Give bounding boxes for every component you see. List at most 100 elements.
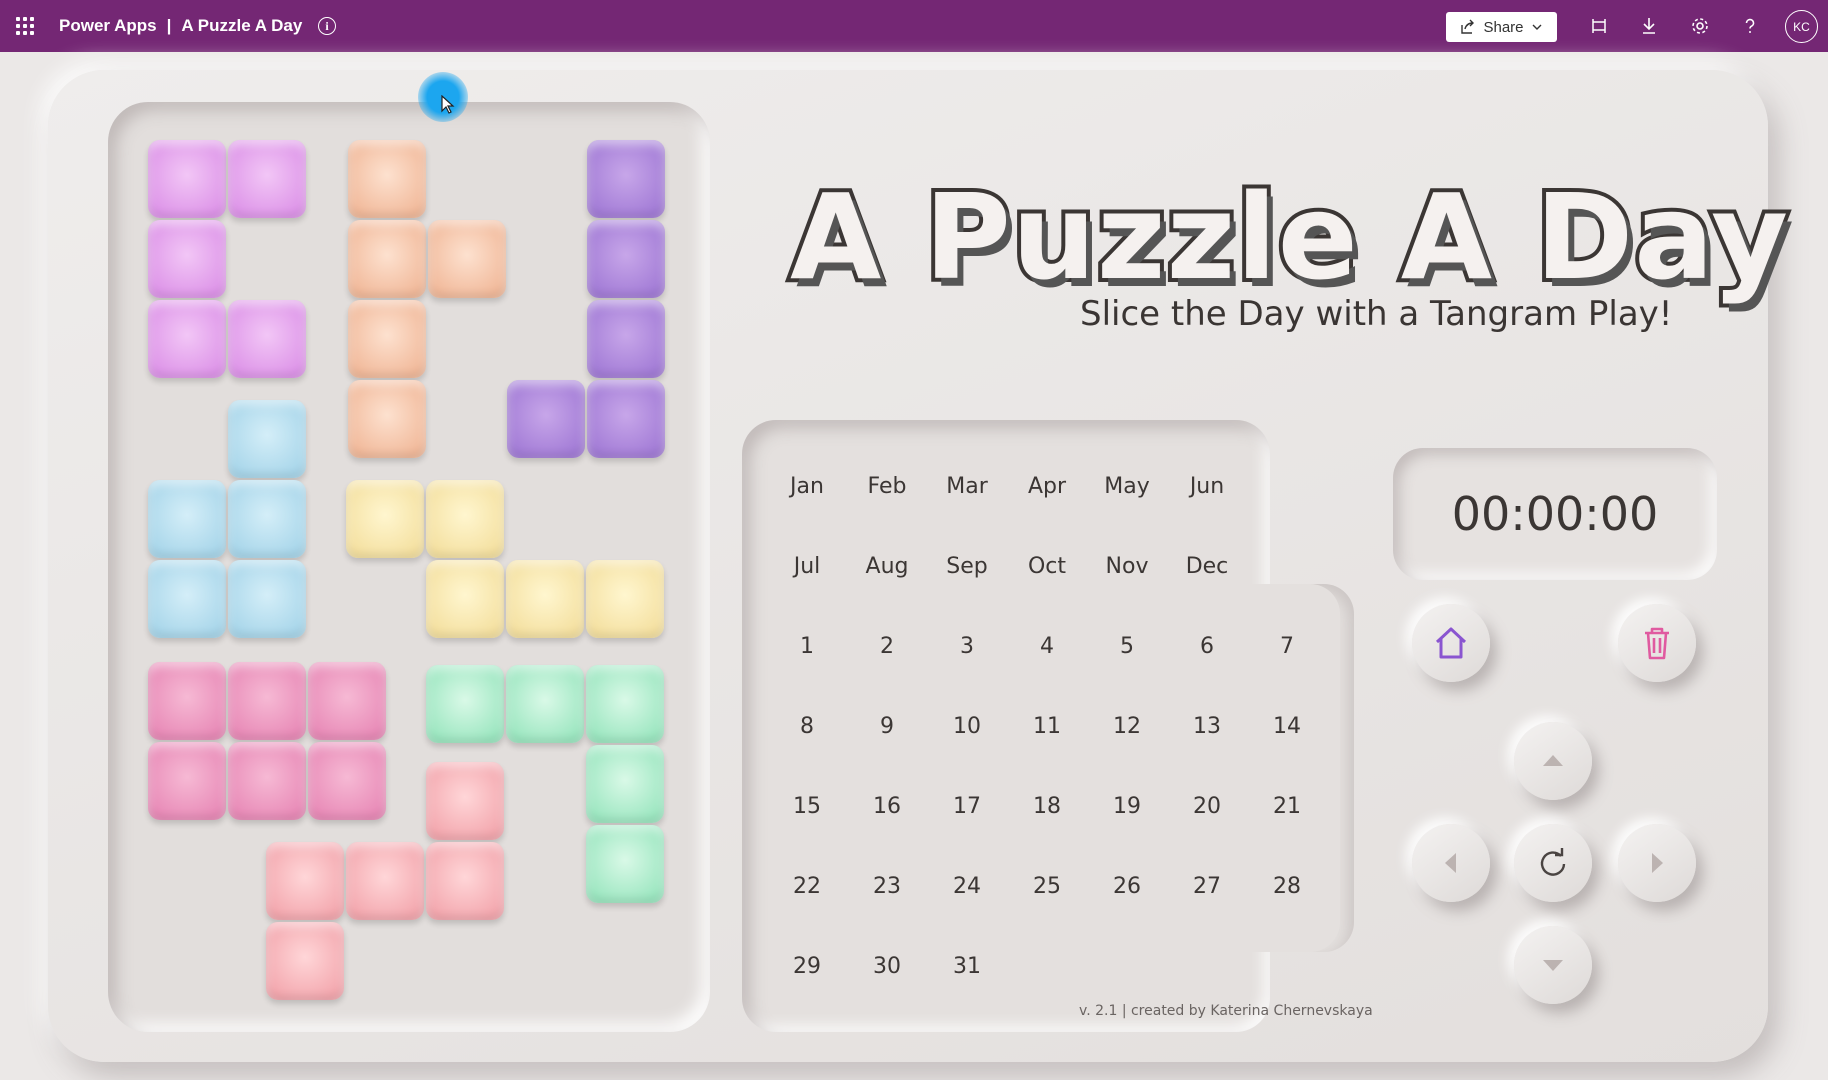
piece-tile-magenta[interactable] bbox=[228, 300, 306, 378]
piece-tile-pink[interactable] bbox=[308, 662, 386, 740]
piece-tile-pink[interactable] bbox=[148, 742, 226, 820]
piece-tile-green[interactable] bbox=[506, 665, 584, 743]
calendar-day-cell: 25 bbox=[1033, 873, 1061, 899]
calendar-day-cell: 26 bbox=[1113, 873, 1141, 899]
share-button[interactable]: Share bbox=[1446, 12, 1557, 42]
piece-tile-peach[interactable] bbox=[348, 380, 426, 458]
piece-tile-pink[interactable] bbox=[308, 742, 386, 820]
piece-tile-peach[interactable] bbox=[348, 220, 426, 298]
top-bar: Power Apps | A Puzzle A Day i Share KC bbox=[0, 0, 1828, 52]
game-title: A Puzzle A Day bbox=[786, 164, 1792, 310]
piece-tile-blue[interactable] bbox=[148, 560, 226, 638]
piece-tile-purple[interactable] bbox=[587, 220, 665, 298]
piece-tile-yellow[interactable] bbox=[586, 560, 664, 638]
piece-tile-yellow[interactable] bbox=[346, 480, 424, 558]
calendar-day-cell: 15 bbox=[793, 793, 821, 819]
calendar-day-cell: 28 bbox=[1273, 873, 1301, 899]
piece-tile-salmon[interactable] bbox=[426, 842, 504, 920]
piece-tile-peach[interactable] bbox=[348, 300, 426, 378]
chevron-down-icon bbox=[1532, 24, 1542, 30]
piece-tile-blue[interactable] bbox=[228, 480, 306, 558]
calendar-month-cell: May bbox=[1104, 473, 1150, 499]
piece-tile-pink[interactable] bbox=[228, 742, 306, 820]
piece-tile-blue[interactable] bbox=[148, 480, 226, 558]
app-header-title: Power Apps | A Puzzle A Day bbox=[59, 0, 302, 52]
calendar-day-cell: 31 bbox=[953, 953, 981, 979]
fit-to-window-icon[interactable] bbox=[1587, 14, 1611, 38]
piece-tile-blue[interactable] bbox=[228, 560, 306, 638]
avatar[interactable]: KC bbox=[1785, 10, 1818, 43]
app-name: Power Apps bbox=[59, 16, 157, 35]
piece-tile-purple[interactable] bbox=[507, 380, 585, 458]
move-left-button[interactable] bbox=[1412, 824, 1490, 902]
calendar-month-cell: Apr bbox=[1027, 473, 1067, 499]
home-button[interactable] bbox=[1412, 604, 1490, 682]
calendar-day-cell: 10 bbox=[953, 713, 981, 739]
move-right-button[interactable] bbox=[1618, 824, 1696, 902]
calendar-day-cell: 22 bbox=[793, 873, 821, 899]
move-up-button[interactable] bbox=[1514, 722, 1592, 800]
piece-tile-yellow[interactable] bbox=[426, 480, 504, 558]
calendar-month-cell: Dec bbox=[1185, 553, 1229, 579]
piece-tile-pink[interactable] bbox=[148, 662, 226, 740]
piece-tile-peach[interactable] bbox=[348, 140, 426, 218]
calendar-day-cell: 11 bbox=[1033, 713, 1061, 739]
piece-tile-green[interactable] bbox=[586, 665, 664, 743]
arrow-right-icon bbox=[1652, 853, 1663, 873]
share-label: Share bbox=[1483, 18, 1524, 36]
calendar-month-cell: Aug bbox=[865, 553, 909, 579]
info-icon[interactable]: i bbox=[318, 17, 336, 35]
piece-tile-blue[interactable] bbox=[228, 400, 306, 478]
calendar-day-cell: 4 bbox=[1040, 633, 1054, 659]
piece-tile-salmon[interactable] bbox=[426, 762, 504, 840]
calendar-day-cell: 9 bbox=[880, 713, 894, 739]
rotate-icon bbox=[1540, 848, 1566, 876]
calendar-day-cell: 2 bbox=[880, 633, 894, 659]
calendar-month-cell: Nov bbox=[1105, 553, 1149, 579]
title-separator: | bbox=[166, 16, 172, 35]
calendar-day-cell: 16 bbox=[873, 793, 901, 819]
download-icon[interactable] bbox=[1637, 14, 1661, 38]
calendar-month-cell: Jan bbox=[790, 473, 824, 499]
calendar-month-cell: Mar bbox=[946, 473, 988, 499]
piece-tile-green[interactable] bbox=[426, 665, 504, 743]
calendar-day-cell: 29 bbox=[793, 953, 821, 979]
help-icon[interactable] bbox=[1738, 14, 1762, 38]
home-icon bbox=[1435, 627, 1467, 659]
piece-tile-green[interactable] bbox=[586, 745, 664, 823]
piece-tile-salmon[interactable] bbox=[346, 842, 424, 920]
piece-tile-magenta[interactable] bbox=[148, 140, 226, 218]
calendar-month-cell: Jun bbox=[1189, 473, 1225, 499]
piece-tile-green[interactable] bbox=[586, 825, 664, 903]
piece-tile-yellow[interactable] bbox=[506, 560, 584, 638]
trash-icon bbox=[1645, 627, 1669, 660]
calendar-day-cell: 5 bbox=[1120, 633, 1134, 659]
calendar-day-cell: 24 bbox=[953, 873, 981, 899]
piece-tile-peach[interactable] bbox=[428, 220, 506, 298]
piece-tile-yellow[interactable] bbox=[426, 560, 504, 638]
rotate-button[interactable] bbox=[1514, 824, 1592, 902]
piece-tile-magenta[interactable] bbox=[148, 300, 226, 378]
clear-button[interactable] bbox=[1618, 604, 1696, 682]
calendar-day-cell: 17 bbox=[953, 793, 981, 819]
piece-tile-purple[interactable] bbox=[587, 300, 665, 378]
calendar-month-cell: Sep bbox=[946, 553, 988, 579]
move-down-button[interactable] bbox=[1514, 926, 1592, 1004]
piece-tile-purple[interactable] bbox=[587, 380, 665, 458]
calendar-day-cell: 13 bbox=[1193, 713, 1221, 739]
calendar-day-cell: 8 bbox=[800, 713, 814, 739]
version-text: v. 2.1 | created by Katerina Chernevskay… bbox=[1079, 1003, 1373, 1019]
piece-tile-pink[interactable] bbox=[228, 662, 306, 740]
piece-tile-magenta[interactable] bbox=[148, 220, 226, 298]
piece-tile-magenta[interactable] bbox=[228, 140, 306, 218]
waffle-icon[interactable] bbox=[16, 17, 34, 35]
calendar-day-cell: 3 bbox=[960, 633, 974, 659]
piece-tile-salmon[interactable] bbox=[266, 842, 344, 920]
settings-icon[interactable] bbox=[1688, 14, 1712, 38]
calendar-day-cell: 30 bbox=[873, 953, 901, 979]
piece-tile-salmon[interactable] bbox=[266, 922, 344, 1000]
calendar-day-cell: 7 bbox=[1280, 633, 1294, 659]
arrow-down-icon bbox=[1543, 960, 1563, 971]
piece-tile-purple[interactable] bbox=[587, 140, 665, 218]
calendar-day-cell: 20 bbox=[1193, 793, 1221, 819]
